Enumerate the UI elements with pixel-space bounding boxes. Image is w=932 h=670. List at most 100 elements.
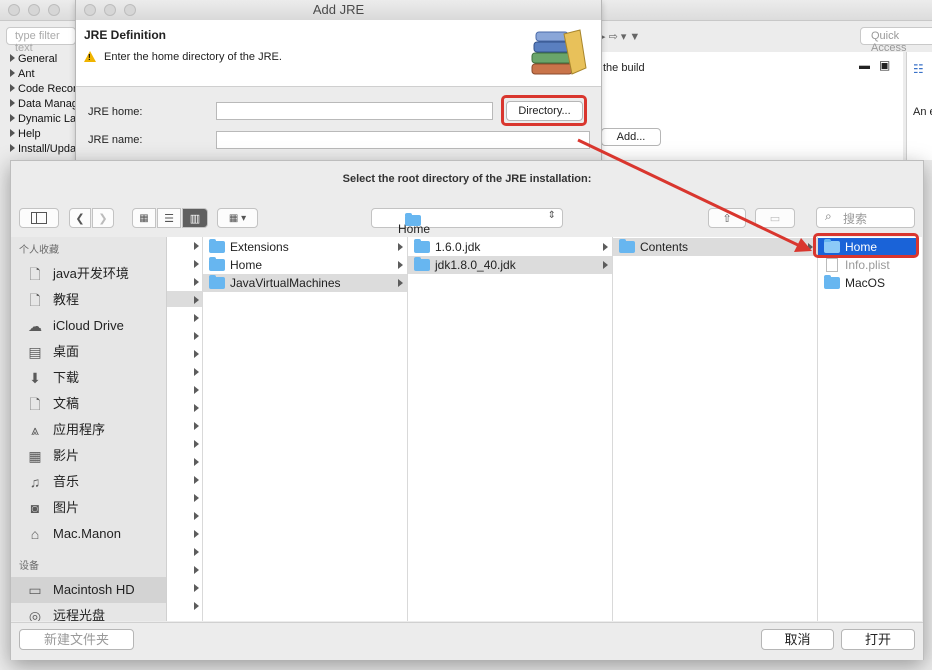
sidebar-item-applications[interactable]: ⩓ 应用程序: [11, 417, 166, 443]
folder-icon: [619, 239, 635, 253]
sidebar-item-home[interactable]: ⌂ Mac.Manon: [11, 521, 166, 547]
sidebar-item-java-env[interactable]: 🗋 java开发环境: [11, 261, 166, 287]
list-item[interactable]: 1.6.0.jdk: [408, 238, 612, 256]
outline-icon[interactable]: ☷: [913, 62, 924, 76]
quick-access-field[interactable]: Quick Access: [860, 27, 932, 54]
sidebar-item-pictures[interactable]: ◙ 图片: [11, 495, 166, 521]
zoom-window-button[interactable]: [48, 4, 60, 16]
column-3: Contents: [613, 237, 818, 621]
open-button[interactable]: 打开: [841, 629, 915, 650]
column-view-button[interactable]: ▥: [182, 208, 208, 228]
sidebar-item-remote-disc[interactable]: ◎ 远程光盘: [11, 603, 166, 621]
sidebar-item-music[interactable]: ♫ 音乐: [11, 469, 166, 495]
list-item[interactable]: Extensions: [203, 238, 407, 256]
disk-icon: ▭: [28, 582, 42, 598]
minimize-icon[interactable]: ▬: [859, 60, 870, 72]
item-label: 1.6.0.jdk: [435, 240, 481, 254]
list-item[interactable]: Info.plist: [818, 256, 918, 274]
sidebar-item-macintosh-hd[interactable]: ▭ Macintosh HD: [11, 577, 166, 603]
preferences-filter-input[interactable]: type filter text: [6, 27, 76, 54]
chevron-right-icon: ❯: [98, 212, 108, 225]
preference-page-panel: the build ▬ ▣ Add...: [600, 52, 903, 160]
tree-item[interactable]: General: [10, 52, 76, 67]
sidebar-toggle-button[interactable]: [19, 208, 59, 228]
share-button[interactable]: ⇧: [708, 208, 746, 228]
dialog-close-button[interactable]: [84, 4, 96, 16]
disclosure-icon: [194, 440, 199, 448]
item-label: Contents: [640, 240, 689, 254]
home-icon: ⌂: [30, 526, 40, 542]
sidebar-item-documents[interactable]: 🗋 文稿: [11, 391, 166, 417]
sidebar-item-desktop[interactable]: ▤ 桌面: [11, 339, 166, 365]
item-label: Extensions: [230, 240, 289, 254]
list-item[interactable]: Contents: [613, 238, 817, 256]
arrange-button[interactable]: ▦ ▾: [217, 208, 258, 228]
tree-item-label: Data Management: [18, 98, 76, 110]
chooser-bottom-bar: 新建文件夹 取消 打开: [11, 622, 923, 660]
back-button[interactable]: ❮: [69, 208, 91, 228]
list-item[interactable]: jdk1.8.0_40.jdk: [408, 256, 612, 274]
parent-column[interactable]: [167, 237, 203, 621]
column-4: Home Info.plist MacOS: [818, 237, 922, 621]
disclosure-icon: [194, 566, 199, 574]
tree-item[interactable]: Data Management: [10, 97, 76, 112]
sidebar-item-label: 教程: [53, 292, 80, 307]
sidebar-item-label: 图片: [53, 500, 80, 515]
location-popup[interactable]: Home ⇕: [371, 208, 563, 236]
tree-item[interactable]: Dynamic Languages: [10, 112, 76, 127]
folder-icon: [414, 257, 430, 271]
jre-name-input[interactable]: [216, 131, 590, 149]
disclosure-icon: [194, 584, 199, 592]
list-item[interactable]: MacOS: [818, 274, 918, 292]
folder-icon: [824, 275, 840, 289]
search-input[interactable]: ⌕ 搜索: [816, 207, 915, 228]
icon-view-button[interactable]: ▦: [132, 208, 156, 228]
desktop-icon: ▤: [28, 344, 42, 360]
new-folder-button[interactable]: 新建文件夹: [19, 629, 134, 650]
disclosure-icon: [194, 458, 199, 466]
item-label: Home: [230, 258, 263, 272]
list-item[interactable]: Home: [203, 256, 407, 274]
disclosure-icon: [398, 243, 403, 251]
maximize-icon[interactable]: ▣: [879, 58, 890, 72]
file-chooser-sheet: Select the root directory of the JRE ins…: [10, 160, 924, 660]
sidebar-item-icloud[interactable]: ☁ iCloud Drive: [11, 313, 166, 339]
folder-icon: [414, 239, 430, 253]
jre-home-input[interactable]: [216, 102, 493, 120]
search-icon: ⌕: [825, 209, 832, 223]
sidebar-item-downloads[interactable]: ⬇ 下载: [11, 365, 166, 391]
cancel-button[interactable]: 取消: [761, 629, 834, 650]
add-button[interactable]: Add...: [601, 128, 661, 146]
tree-item-label: Install/Update: [18, 143, 76, 155]
tree-item-label: Code Recommenders: [18, 83, 76, 95]
list-item[interactable]: JavaVirtualMachines: [203, 274, 407, 292]
dialog-title: Add JRE: [76, 0, 601, 21]
minimize-window-button[interactable]: [28, 4, 40, 16]
jre-name-label: JRE name:: [88, 134, 143, 146]
tree-item[interactable]: Ant: [10, 67, 76, 82]
tree-item[interactable]: Code Recommenders: [10, 82, 76, 97]
list-view-button[interactable]: ☰: [157, 208, 181, 228]
tree-item[interactable]: Help: [10, 127, 76, 142]
sidebar-item-tutorial[interactable]: 🗋 教程: [11, 287, 166, 313]
sidebar-item-movies[interactable]: ▦ 影片: [11, 443, 166, 469]
tree-item[interactable]: Install/Update: [10, 142, 76, 157]
sidebar-item-label: 应用程序: [53, 422, 106, 437]
nav-arrows-icon[interactable]: ▸ ⇨ ▾ ▼: [600, 30, 660, 44]
disclosure-icon: [194, 602, 199, 610]
dialog-minimize-button[interactable]: [104, 4, 116, 16]
the-build-text: the build: [603, 62, 645, 74]
disclosure-icon: [194, 296, 199, 304]
disclosure-icon: [194, 242, 199, 250]
close-window-button[interactable]: [8, 4, 20, 16]
item-label: jdk1.8.0_40.jdk: [435, 258, 516, 272]
forward-button[interactable]: ❯: [92, 208, 114, 228]
disclosure-icon: [194, 512, 199, 520]
document-icon: 🗋: [29, 266, 41, 282]
an-text: An e: [913, 106, 932, 118]
camera-icon: ◙: [30, 500, 40, 516]
sidebar-item-label: 桌面: [53, 344, 80, 359]
tag-button[interactable]: ▭: [755, 208, 795, 228]
disclosure-icon: [194, 422, 199, 430]
dialog-zoom-button[interactable]: [124, 4, 136, 16]
